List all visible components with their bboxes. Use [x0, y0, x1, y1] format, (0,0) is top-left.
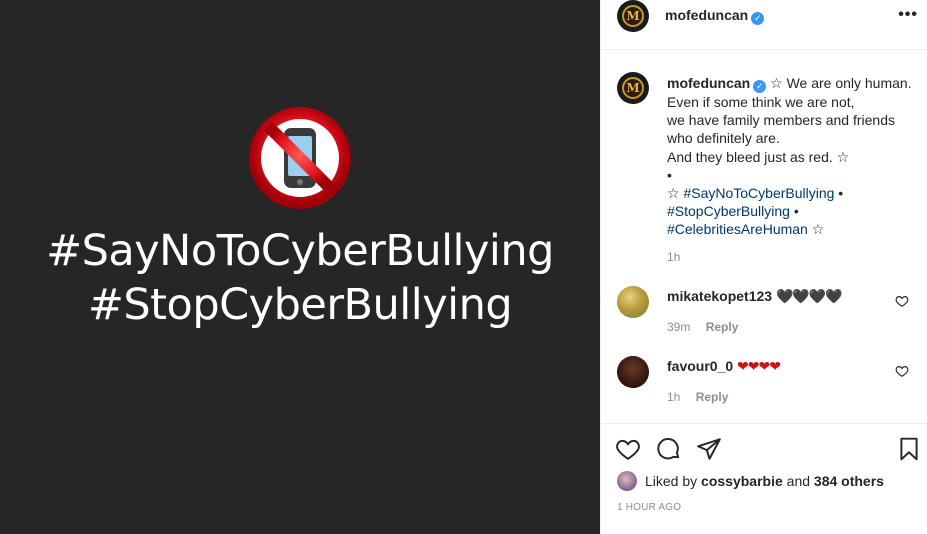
author-username-text[interactable]: mofeduncan [665, 7, 748, 23]
comment-item: favour0_0 ❤❤❤❤ 1h Reply [617, 356, 917, 416]
caption-line: who definitely are. [667, 130, 780, 147]
caption-bullet: • [789, 203, 799, 220]
comment-body: ❤❤❤❤ [737, 358, 781, 374]
comment-text: favour0_0 ❤❤❤❤ [667, 358, 781, 375]
caption-avatar[interactable]: M [617, 72, 649, 104]
comment-text: mikatekopet123 🖤🖤🖤🖤 [667, 288, 843, 305]
hashtag-link[interactable]: #CelebritiesAreHuman [667, 221, 808, 237]
comment-bubble-icon[interactable] [656, 436, 682, 462]
verified-badge-icon: ✓ [751, 12, 765, 25]
comment-like-heart-icon[interactable] [895, 294, 909, 308]
comment-meta: 1h Reply [667, 390, 728, 404]
comment-like-heart-icon[interactable] [895, 364, 909, 378]
commenter-username[interactable]: mikatekopet123 [667, 288, 772, 304]
caption-line: • [667, 166, 672, 183]
verified-badge-icon: ✓ [753, 80, 767, 93]
hashtag-link[interactable]: #SayNoToCyberBullying [683, 185, 834, 201]
liked-by-and: and [782, 473, 814, 489]
post-timestamp[interactable]: 1 HOUR AGO [617, 502, 681, 513]
save-bookmark-icon[interactable] [896, 436, 922, 462]
caption-bullet: • [834, 185, 844, 202]
commenter-avatar[interactable] [617, 356, 649, 388]
caption-star: ☆ [807, 221, 825, 238]
comment-meta: 39m Reply [667, 320, 738, 334]
caption-username[interactable]: mofeduncan [667, 75, 750, 91]
liker-avatar[interactable] [617, 471, 637, 491]
author-username[interactable]: mofeduncan ✓ [665, 7, 765, 25]
comment-body: 🖤🖤🖤🖤 [775, 288, 843, 304]
reply-button[interactable]: Reply [696, 390, 729, 404]
caption-star: ☆ [667, 185, 684, 202]
liked-by-prefix: Liked by [645, 473, 702, 489]
reply-button[interactable]: Reply [706, 320, 739, 334]
post-side-panel: M mofeduncan ✓ ••• M mofeduncan ✓ ☆ We are… [600, 0, 927, 534]
comment-item: mikatekopet123 🖤🖤🖤🖤 39m Reply [617, 286, 917, 346]
media-hashtag-line-2: #StopCyberBullying [87, 280, 513, 330]
more-options-icon[interactable]: ••• [898, 6, 918, 24]
caption-time[interactable]: 1h [667, 250, 680, 264]
like-heart-icon[interactable] [615, 436, 641, 462]
comment-time[interactable]: 39m [667, 320, 690, 334]
caption-line: ☆ We are only human. [770, 75, 912, 91]
comments-list[interactable]: M mofeduncan ✓ ☆ We are only human. Even … [601, 50, 927, 423]
commenter-username[interactable]: favour0_0 [667, 358, 733, 374]
caption-line: we have family members and friends [667, 112, 895, 129]
no-mobile-phones-icon [249, 107, 351, 209]
share-paper-plane-icon[interactable] [696, 436, 722, 462]
author-avatar[interactable]: M [617, 0, 649, 32]
post-actions: Liked by cossybarbie and 384 others 1 HO… [601, 423, 927, 534]
caption-text: mofeduncan ✓ ☆ We are only human. Even if… [667, 74, 917, 239]
post-header: M mofeduncan ✓ ••• [601, 0, 927, 50]
hashtag-link[interactable]: #StopCyberBullying [667, 203, 790, 219]
caption-line: And they bleed just as red. ☆ [667, 148, 850, 165]
post-media[interactable]: #SayNoToCyberBullying #StopCyberBullying [0, 0, 600, 534]
media-hashtag-line-1: #SayNoToCyberBullying [46, 226, 554, 276]
likes-others-link[interactable]: 384 others [814, 473, 884, 489]
caption-line: Even if some think we are not, [667, 94, 855, 110]
comment-time[interactable]: 1h [667, 390, 680, 404]
liker-username[interactable]: cossybarbie [701, 473, 783, 489]
commenter-avatar[interactable] [617, 286, 649, 318]
liked-by-text: Liked by cossybarbie and 384 others [645, 473, 884, 489]
